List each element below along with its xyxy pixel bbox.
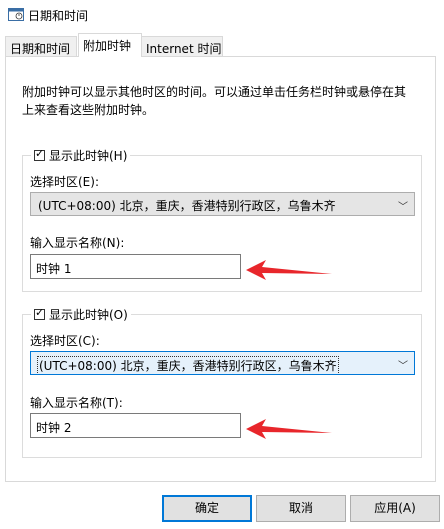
check-icon: ✓ — [35, 306, 45, 319]
title-bar: 日期和时间 — [0, 0, 444, 30]
clock2-checkbox-label: 显示此时钟(O) — [49, 308, 128, 322]
clock1-name-label: 输入显示名称(N): — [30, 236, 125, 250]
clock2-name-input[interactable]: 时钟 2 — [30, 413, 241, 438]
annotation-arrow-icon — [246, 419, 332, 439]
tab-internet-time[interactable]: Internet 时间 — [141, 36, 223, 56]
tab-label: 日期和时间 — [10, 42, 71, 56]
description-text: 附加时钟可以显示其他时区的时间。可以通过单击任务栏时钟或悬停在其上来查看这些附加… — [22, 85, 407, 117]
clock-calendar-icon — [8, 8, 24, 21]
check-icon: ✓ — [35, 147, 45, 160]
tab-additional-clocks[interactable]: 附加时钟 — [78, 33, 142, 57]
clock2-checkbox[interactable]: ✓ — [34, 306, 45, 320]
tab-label: 附加时钟 — [83, 39, 132, 53]
clock2-name-value: 时钟 2 — [36, 421, 72, 435]
tab-label: Internet 时间 — [146, 42, 222, 56]
tab-date-time[interactable]: 日期和时间 — [5, 36, 77, 56]
clock1-checkbox-label: 显示此时钟(H) — [49, 149, 128, 163]
apply-button[interactable]: 应用(A) — [350, 495, 440, 522]
ok-button[interactable]: 确定 — [162, 495, 252, 522]
clock2-timezone-value: (UTC+08:00) 北京，重庆，香港特别行政区，乌鲁木齐 — [37, 356, 339, 374]
clock2-name-label: 输入显示名称(T): — [30, 396, 123, 410]
cancel-button[interactable]: 取消 — [256, 495, 346, 522]
clock1-name-input[interactable]: 时钟 1 — [30, 254, 241, 279]
chevron-down-icon: ﹀ — [398, 202, 408, 213]
clock1-timezone-select[interactable]: (UTC+08:00) 北京，重庆，香港特别行政区，乌鲁木齐 ﹀ — [30, 192, 415, 216]
clock1-name-value: 时钟 1 — [36, 262, 72, 276]
clock1-timezone-value: (UTC+08:00) 北京，重庆，香港特别行政区，乌鲁木齐 — [38, 199, 336, 213]
clock2-timezone-label: 选择时区(C): — [30, 334, 100, 348]
annotation-arrow-icon — [246, 260, 332, 280]
clock1-checkbox[interactable]: ✓ — [34, 147, 45, 161]
clock1-timezone-label: 选择时区(E): — [30, 175, 99, 189]
clock2-toggle[interactable]: ✓ 显示此时钟(O) — [31, 306, 131, 323]
clock2-timezone-select[interactable]: (UTC+08:00) 北京，重庆，香港特别行政区，乌鲁木齐 ﹀ — [30, 351, 415, 375]
clock1-toggle[interactable]: ✓ 显示此时钟(H) — [31, 147, 131, 164]
window-title: 日期和时间 — [28, 9, 89, 23]
chevron-down-icon: ﹀ — [398, 361, 408, 372]
